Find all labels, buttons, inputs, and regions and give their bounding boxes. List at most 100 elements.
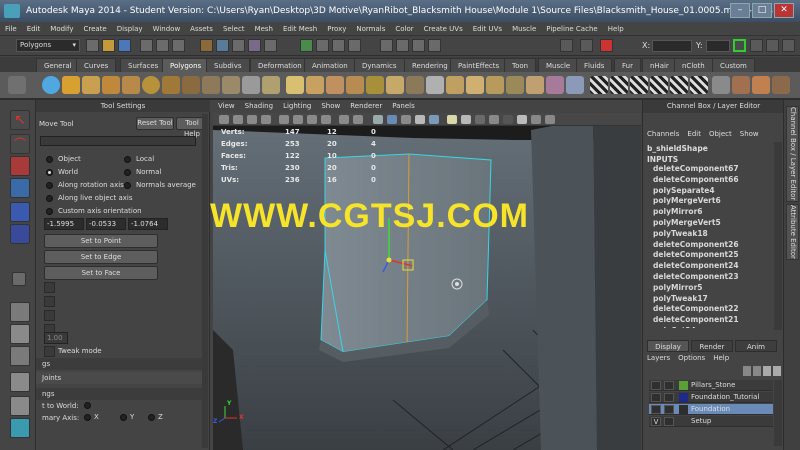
tweak-mode-checkbox[interactable] xyxy=(44,346,55,357)
viewport-menu-view[interactable]: View xyxy=(213,100,240,113)
mask-icon-4[interactable] xyxy=(248,39,261,52)
section-ngs[interactable]: ngs xyxy=(36,388,206,400)
poly-soccer-icon[interactable] xyxy=(242,76,260,94)
normal-radio[interactable] xyxy=(124,169,131,176)
shelf-options-icon[interactable] xyxy=(8,76,26,94)
anti-aliasing-icon[interactable] xyxy=(503,115,513,124)
shelf-tab-deformation[interactable]: Deformation xyxy=(250,58,310,72)
menu-item[interactable]: Create UVs xyxy=(419,22,468,36)
menu-item[interactable]: File xyxy=(0,22,22,36)
shelf-tab-fur[interactable]: Fur xyxy=(614,58,641,72)
new-layer-from-selection-icon[interactable] xyxy=(773,366,781,376)
new-scene-icon[interactable] xyxy=(86,39,99,52)
layout-single-icon[interactable] xyxy=(10,302,30,322)
move-layer-up-icon[interactable] xyxy=(743,366,751,376)
xray-icon[interactable] xyxy=(531,115,541,124)
lock-camera-icon[interactable] xyxy=(233,115,243,124)
film-gate-icon[interactable] xyxy=(293,115,303,124)
mirror-geometry-icon[interactable] xyxy=(406,76,424,94)
select-component-icon[interactable] xyxy=(172,39,185,52)
value-field[interactable]: 1.00 xyxy=(44,332,68,344)
layer-color-swatch[interactable] xyxy=(679,405,688,414)
axis-z-radio[interactable] xyxy=(148,414,155,421)
channel-menu-object[interactable]: Object xyxy=(705,128,736,140)
automatic-mapping-icon[interactable] xyxy=(670,76,688,94)
custom-axis-x-field[interactable]: -1.5995 xyxy=(44,218,84,230)
render-settings-icon[interactable] xyxy=(428,39,441,52)
tool-settings-scrollbar[interactable] xyxy=(202,114,208,448)
history-icon[interactable] xyxy=(380,39,393,52)
option-checkbox-2[interactable] xyxy=(44,296,55,307)
maximize-button[interactable]: □ xyxy=(752,3,772,18)
xray-joints-icon[interactable] xyxy=(545,115,555,124)
slide-edge-icon[interactable] xyxy=(546,76,564,94)
shelf-tab-toon[interactable]: Toon xyxy=(504,58,537,72)
along-rotation-axis-radio[interactable] xyxy=(46,182,53,189)
render-view-icon[interactable] xyxy=(732,76,750,94)
menuset-dropdown[interactable]: Polygons xyxy=(16,39,80,52)
menu-item[interactable]: Assets xyxy=(185,22,218,36)
shelf-tab-animation[interactable]: Animation xyxy=(304,58,356,72)
layer-playback-toggle[interactable] xyxy=(664,417,674,426)
poly-plane-icon[interactable] xyxy=(122,76,140,94)
layer-visibility-toggle[interactable] xyxy=(651,405,661,414)
custom-axis-y-field[interactable]: -0.0533 xyxy=(86,218,126,230)
uv-editor-icon[interactable] xyxy=(690,76,708,94)
layer-visibility-toggle[interactable] xyxy=(651,393,661,402)
shelf-tab-rendering[interactable]: Rendering xyxy=(404,58,456,72)
image-plane-icon[interactable] xyxy=(261,115,271,124)
rotate-tool-icon[interactable] xyxy=(10,202,30,222)
select-camera-icon[interactable] xyxy=(219,115,229,124)
poly-pyramid-icon[interactable] xyxy=(182,76,200,94)
select-tool-icon[interactable]: ↖ xyxy=(10,110,30,130)
uv-checker-icon[interactable] xyxy=(590,76,608,94)
shelf-tab-fluids[interactable]: Fluids xyxy=(576,58,613,72)
grid-toggle-icon[interactable] xyxy=(279,115,289,124)
close-button[interactable]: ✕ xyxy=(774,3,794,18)
side-tab-attribute-editor[interactable]: Attribute Editor xyxy=(786,204,799,260)
shelf-tab-painteffects[interactable]: PaintEffects xyxy=(450,58,508,72)
set-to-face-button[interactable]: Set to Face xyxy=(44,266,158,280)
poly-cube-icon[interactable] xyxy=(62,76,80,94)
layer-color-swatch[interactable] xyxy=(679,381,688,390)
option-checkbox-3[interactable] xyxy=(44,310,55,321)
move-layer-down-icon[interactable] xyxy=(753,366,761,376)
shelf-tab-surfaces[interactable]: Surfaces xyxy=(120,58,167,72)
texture-icon[interactable] xyxy=(752,76,770,94)
split-polygon-icon[interactable] xyxy=(486,76,504,94)
spherical-mapping-icon[interactable] xyxy=(650,76,668,94)
shelf-tab-polygons[interactable]: Polygons xyxy=(162,58,210,72)
menu-item[interactable]: Normals xyxy=(351,22,390,36)
poly-torus-icon[interactable] xyxy=(142,76,160,94)
set-to-edge-button[interactable]: Set to Edge xyxy=(44,250,158,264)
channel-menu-edit[interactable]: Edit xyxy=(683,128,705,140)
scale-tool-icon[interactable] xyxy=(10,224,30,244)
normals-average-radio[interactable] xyxy=(124,182,131,189)
snap-grid-icon[interactable] xyxy=(300,39,313,52)
menu-item[interactable]: Help xyxy=(603,22,629,36)
section-gs[interactable]: gs xyxy=(36,358,206,370)
tab-anim[interactable]: Anim xyxy=(735,340,777,352)
resolution-gate-icon[interactable] xyxy=(307,115,317,124)
ambient-occlusion-icon[interactable] xyxy=(475,115,485,124)
mask-icon[interactable] xyxy=(200,39,213,52)
reset-tool-button[interactable]: Reset Tool xyxy=(136,117,174,130)
input-node[interactable]: polyMergeVert5 xyxy=(653,218,779,229)
input-node[interactable]: deleteComponent67 xyxy=(653,164,779,175)
input-node[interactable]: deleteComponent66 xyxy=(653,175,779,186)
viewport-menu-show[interactable]: Show xyxy=(316,100,345,113)
hypershade-icon[interactable] xyxy=(712,76,730,94)
layer-visibility-toggle[interactable] xyxy=(651,381,661,390)
shelf-tab-curves[interactable]: Curves xyxy=(76,58,117,72)
extract-icon[interactable] xyxy=(326,76,344,94)
attribute-editor-toggle-icon[interactable] xyxy=(750,39,763,52)
axis-y-radio[interactable] xyxy=(120,414,127,421)
option-checkbox-1[interactable] xyxy=(44,282,55,293)
soft-mod-tool-icon[interactable] xyxy=(12,272,26,286)
shelf-tab-dynamics[interactable]: Dynamics xyxy=(354,58,405,72)
append-polygon-icon[interactable] xyxy=(466,76,484,94)
transform-mode-icon[interactable] xyxy=(580,39,593,52)
viewport-menu-panels[interactable]: Panels xyxy=(387,100,420,113)
layout-persp-outliner-icon[interactable] xyxy=(10,372,30,392)
custom-axis-orientation-radio[interactable] xyxy=(46,208,53,215)
